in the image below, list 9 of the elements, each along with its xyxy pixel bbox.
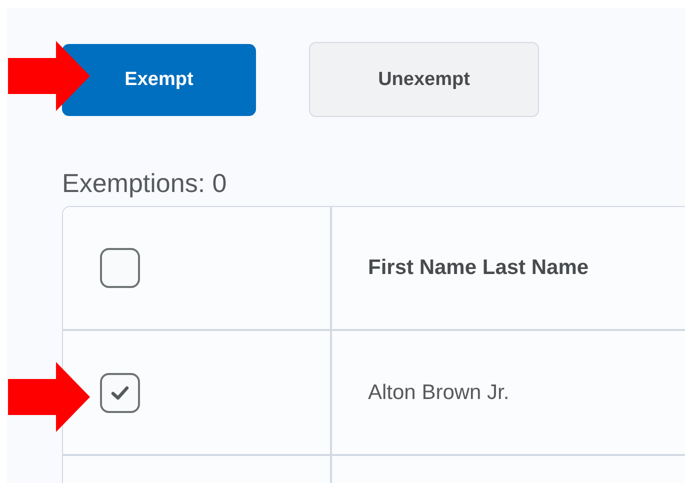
table-cell: Alton Brown Jr.: [368, 380, 510, 404]
primary-button[interactable]: Exempt: [62, 44, 256, 116]
secondary-button[interactable]: Unexempt: [309, 42, 539, 117]
arrow-icon: [8, 41, 90, 111]
exemptions-count: Exemptions: 0: [62, 167, 228, 199]
column-header: First Name Last Name: [368, 256, 589, 280]
checkbox[interactable]: [100, 248, 140, 288]
arrow-icon: [8, 362, 90, 432]
checkbox[interactable]: [100, 372, 140, 412]
